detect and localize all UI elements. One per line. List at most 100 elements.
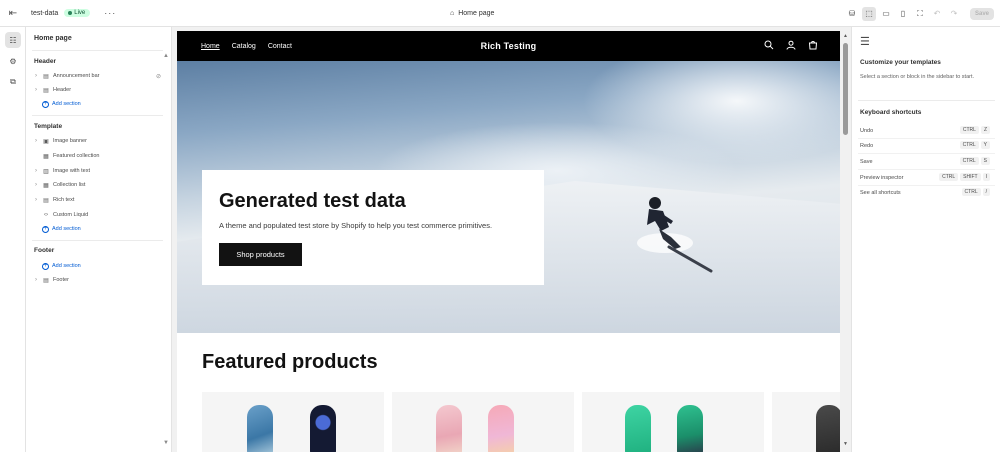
sidebar-item-image-banner[interactable]: › ▣ Image banner — [32, 135, 163, 147]
inspector-panel: ☰ Customize your templates Select a sect… — [851, 27, 1000, 452]
product-image — [625, 405, 651, 452]
sidebar-item-custom-liquid[interactable]: ‹› Custom Liquid — [32, 209, 163, 221]
shortcut-keys: CTRL Z — [959, 126, 990, 134]
redo-icon[interactable]: ↷ — [947, 7, 961, 21]
account-icon[interactable] — [786, 40, 796, 52]
snowboarder-image — [637, 197, 713, 273]
image-banner[interactable]: Generated test data A theme and populate… — [177, 61, 840, 333]
scroll-up-icon[interactable]: ▲ — [163, 53, 169, 59]
sidebar-item-rich-text[interactable]: › ▤ Rich text — [32, 194, 163, 206]
text-icon: ▤ — [43, 197, 49, 204]
store-preview: Rich Testing Home Catalog Contact Genera… — [177, 31, 840, 452]
sidebar-item-featured-collection[interactable]: ▦ Featured collection — [32, 150, 163, 162]
apps-icon[interactable]: ⧉ — [5, 74, 21, 90]
scroll-down-icon[interactable]: ▼ — [163, 440, 169, 446]
chevron-right-icon[interactable]: › — [32, 87, 40, 93]
save-button[interactable]: Save — [969, 7, 994, 20]
sidebar-item-label: Header — [53, 87, 72, 93]
shortcuts-title: Keyboard shortcuts — [860, 109, 922, 116]
chevron-right-icon[interactable]: › — [32, 197, 40, 203]
divider — [858, 153, 995, 154]
key: Z — [980, 126, 990, 134]
product-grid — [202, 392, 840, 452]
hidden-eye-icon[interactable]: ⊘ — [156, 73, 161, 80]
product-image — [247, 405, 273, 452]
panel-description: Select a section or block in the sidebar… — [860, 74, 975, 80]
footer-layout-icon: ▤ — [43, 277, 49, 284]
more-actions-icon[interactable]: ··· — [104, 8, 116, 18]
sidebar-item-header[interactable]: › ▤ Header — [32, 84, 163, 96]
scrollbar-thumb[interactable] — [843, 43, 848, 135]
collection-list-icon: ▦ — [43, 182, 49, 189]
sidebar-item-label: Announcement bar — [53, 73, 100, 79]
add-section-label: Add section — [52, 226, 81, 232]
sidebar-item-collection-list[interactable]: › ▦ Collection list — [32, 179, 163, 191]
preview-scrollbar[interactable] — [841, 31, 850, 452]
store-header: Rich Testing Home Catalog Contact — [177, 31, 840, 61]
add-section-template[interactable]: + Add section — [42, 223, 81, 235]
shortcut-row: Undo CTRL Z — [860, 125, 990, 137]
product-image — [310, 405, 336, 452]
hero-title: Generated test data — [219, 190, 406, 212]
shortcut-keys: CTRL Y — [959, 141, 990, 149]
product-image — [816, 405, 840, 452]
store-nav: Home Catalog Contact — [201, 31, 292, 61]
product-card[interactable] — [202, 392, 384, 452]
header-layout-icon: ▤ — [43, 87, 49, 94]
add-section-label: Add section — [52, 263, 81, 269]
top-bar: ⇤ test-data Live ··· ⌂ Home page ⛁ ⬚ ▭ ▯… — [0, 0, 1000, 27]
product-image — [436, 405, 462, 452]
sidebar-item-label: Image with text — [53, 168, 90, 174]
nav-link-home[interactable]: Home — [201, 43, 220, 50]
desktop-icon[interactable]: ▭ — [879, 7, 893, 21]
toolbar-right: ⛁ ⬚ ▭ ▯ ⛶ ↶ ↷ Save — [845, 0, 994, 27]
plus-circle-icon: + — [42, 100, 49, 108]
product-card[interactable] — [772, 392, 840, 452]
divider — [32, 115, 163, 116]
divider — [858, 138, 995, 139]
fullscreen-icon[interactable]: ⛶ — [913, 7, 927, 21]
shortcut-keys: CTRL / — [961, 188, 990, 196]
shortcut-action: Preview inspector — [860, 175, 904, 181]
key: CTRL — [959, 157, 979, 165]
sidebar-item-label: Collection list — [53, 182, 86, 188]
chevron-right-icon[interactable]: › — [32, 168, 40, 174]
chevron-right-icon[interactable]: › — [32, 73, 40, 79]
key: CTRL — [959, 141, 979, 149]
product-card[interactable] — [582, 392, 764, 452]
cart-icon[interactable] — [808, 40, 818, 52]
chevron-right-icon[interactable]: › — [32, 277, 40, 283]
store-icon[interactable]: ⛁ — [845, 7, 859, 21]
hero-content-box: Generated test data A theme and populate… — [202, 170, 544, 285]
add-section-footer[interactable]: + Add section — [42, 260, 81, 272]
inspector-icon[interactable]: ⬚ — [861, 6, 876, 21]
announcement-icon: ▤ — [43, 73, 49, 80]
sidebar-item-image-with-text[interactable]: › ▥ Image with text — [32, 165, 163, 177]
sidebar-item-announcement-bar[interactable]: › ▤ Announcement bar ⊘ — [32, 70, 163, 82]
add-section-header[interactable]: + Add section — [42, 98, 81, 110]
shortcut-action: See all shortcuts — [860, 190, 901, 196]
exit-icon[interactable]: ⇤ — [0, 0, 26, 27]
chevron-right-icon[interactable]: › — [32, 138, 40, 144]
mobile-icon[interactable]: ▯ — [896, 7, 910, 21]
shop-products-button[interactable]: Shop products — [219, 243, 302, 266]
sidebar-item-label: Rich text — [53, 197, 75, 203]
image-text-icon: ▥ — [43, 168, 49, 175]
divider — [858, 100, 995, 101]
live-dot-icon — [68, 11, 73, 15]
page-selector[interactable]: ⌂ Home page — [450, 0, 494, 27]
shortcut-row[interactable]: See all shortcuts CTRL / — [860, 187, 990, 199]
settings-gear-icon[interactable]: ⚙ — [5, 53, 21, 69]
nav-link-contact[interactable]: Contact — [268, 43, 292, 50]
nav-link-catalog[interactable]: Catalog — [232, 43, 256, 50]
sections-icon[interactable]: ☷ — [5, 32, 21, 48]
product-card[interactable] — [392, 392, 574, 452]
scroll-down-icon[interactable]: ▼ — [843, 441, 848, 447]
shortcut-row: Preview inspector CTRL SHIFT I — [860, 172, 990, 184]
chevron-right-icon[interactable]: › — [32, 182, 40, 188]
scroll-up-icon[interactable]: ▲ — [843, 33, 848, 39]
search-icon[interactable] — [764, 40, 774, 52]
undo-icon[interactable]: ↶ — [930, 7, 944, 21]
sidebar-item-footer[interactable]: › ▤ Footer — [32, 274, 163, 286]
key: / — [982, 188, 990, 196]
